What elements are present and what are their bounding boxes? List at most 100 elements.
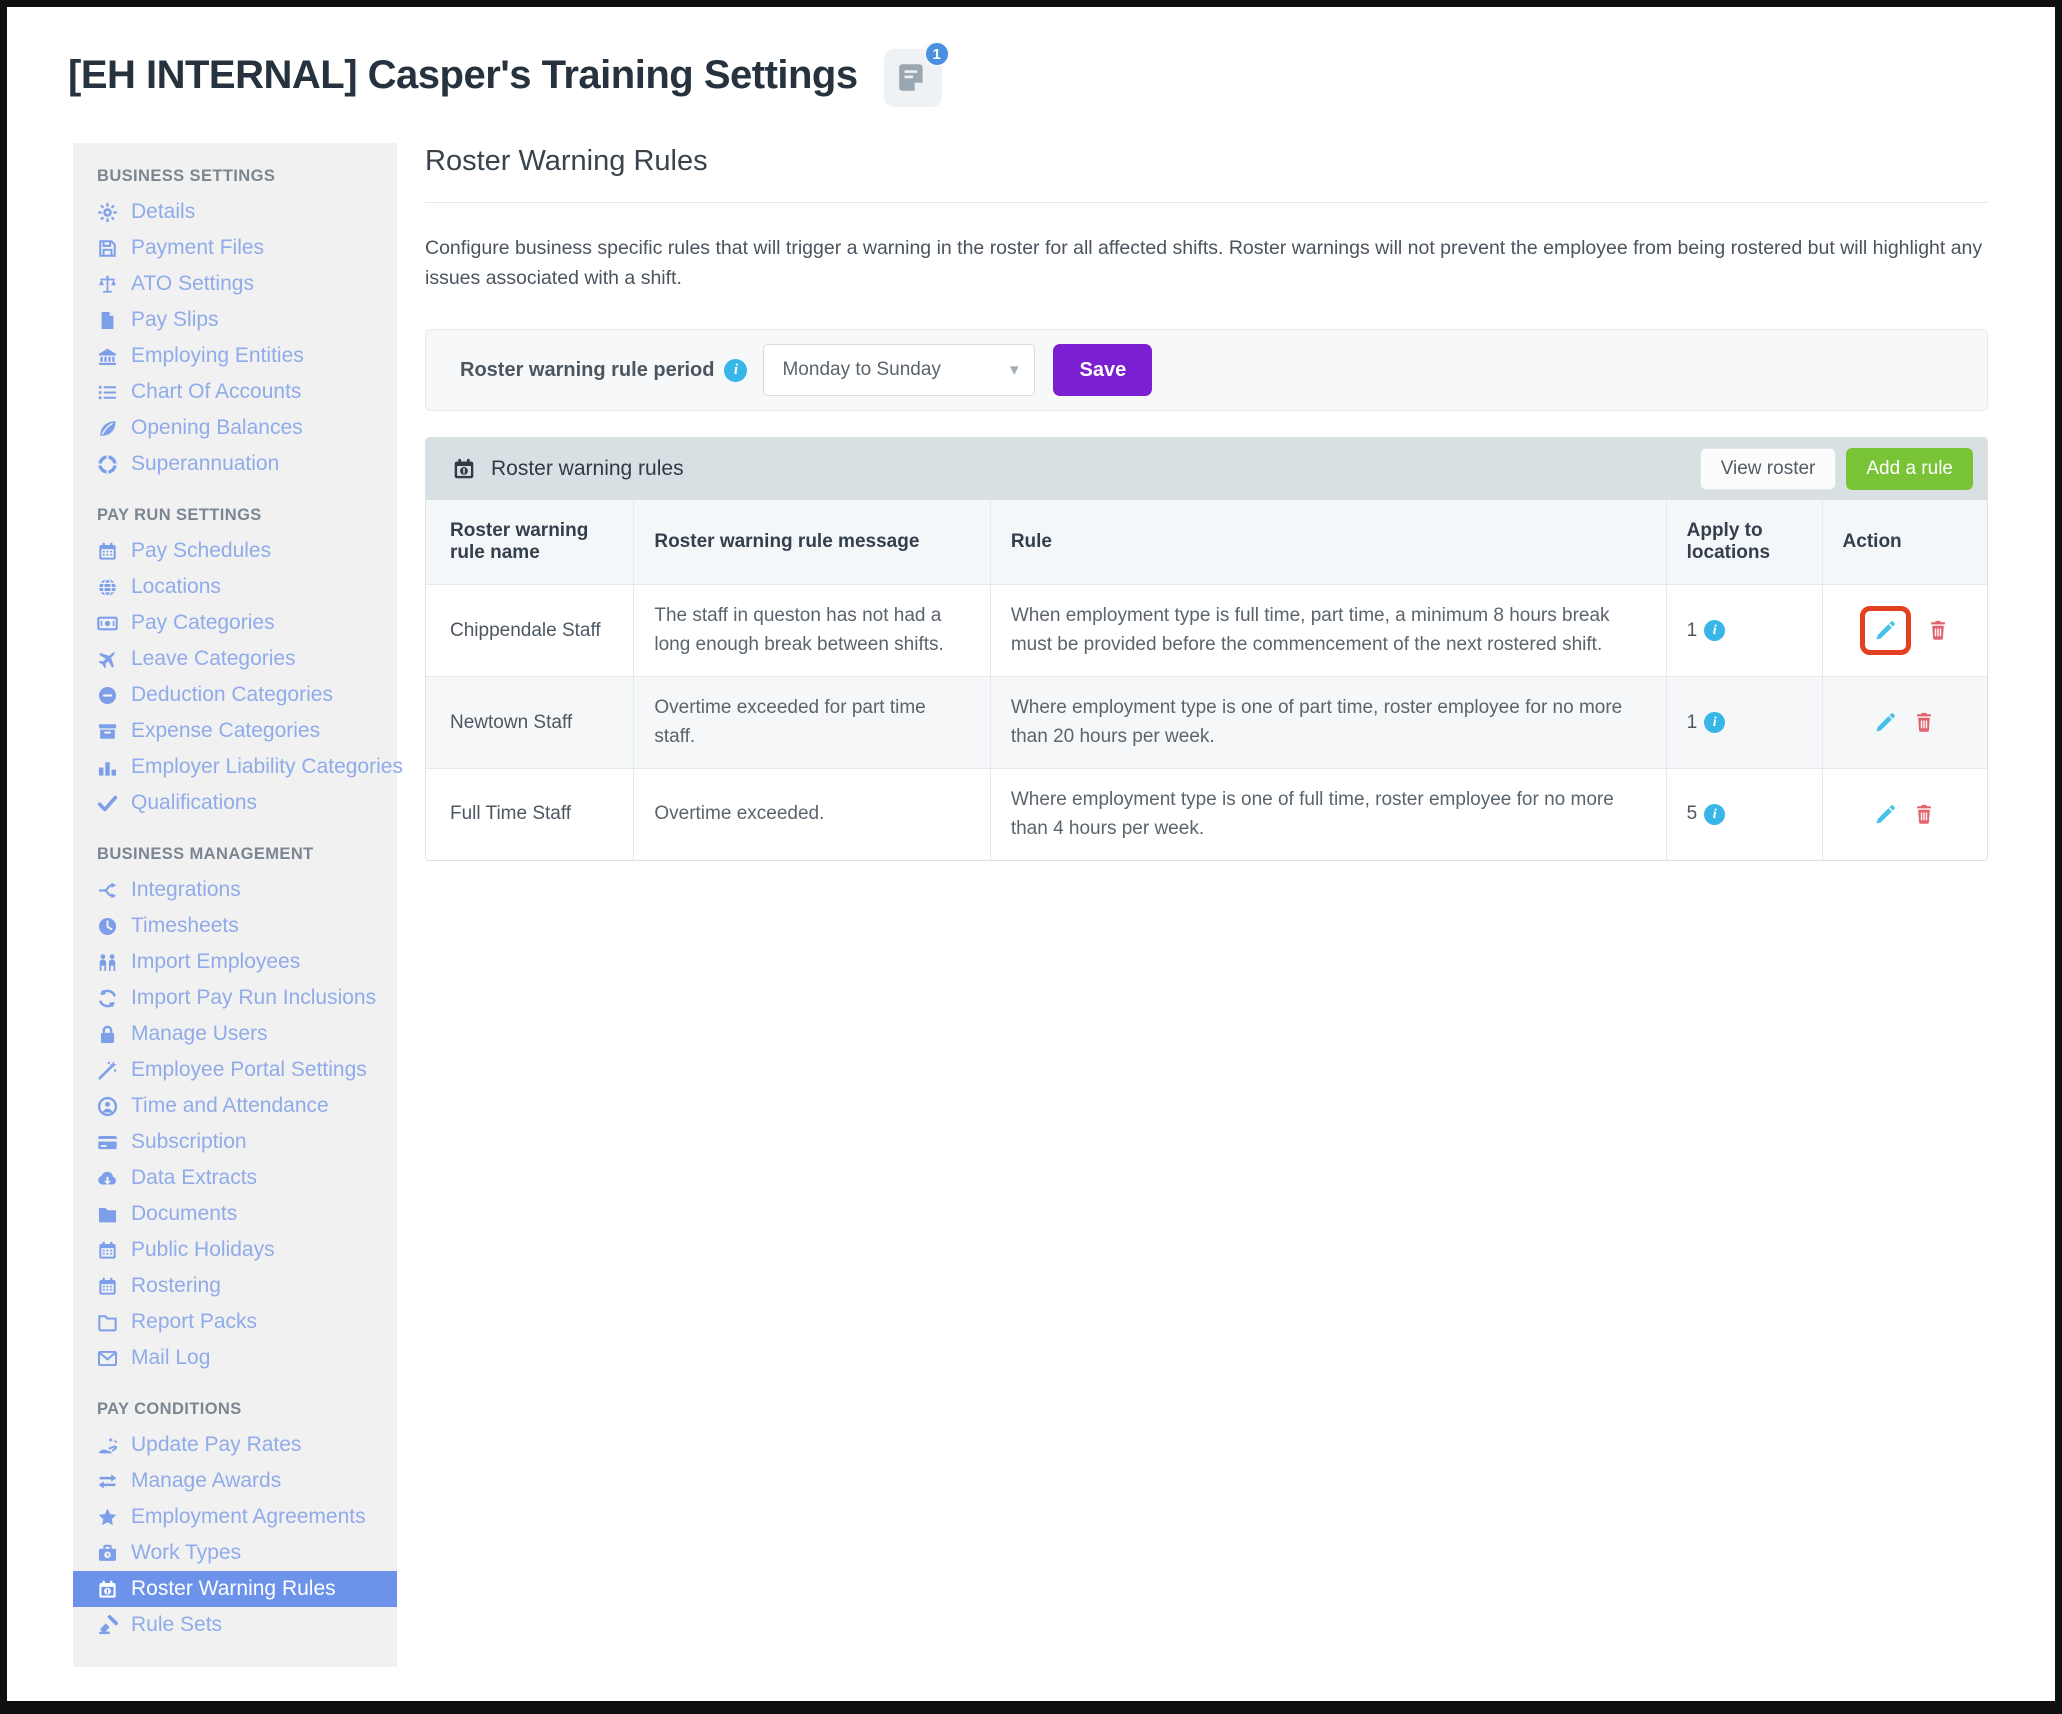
sidebar-item-manage-users[interactable]: Manage Users: [73, 1016, 397, 1052]
locations-count: 1: [1686, 619, 1698, 641]
card-title: Roster warning rules: [491, 457, 684, 481]
sidebar-item-locations[interactable]: Locations: [73, 569, 397, 605]
sidebar-section-label-business-settings: Business Settings: [97, 167, 276, 185]
delete-rule-button[interactable]: [1913, 803, 1935, 825]
edit-rule-button[interactable]: [1874, 803, 1897, 826]
sidebar-item-qualifications[interactable]: Qualifications: [73, 785, 397, 821]
sidebar-item-label: Timesheets: [131, 914, 239, 937]
sidebar-item-employer-liability-categories[interactable]: Employer Liability Categories: [73, 749, 403, 785]
rule-name-cell: Full Time Staff: [426, 767, 635, 860]
sidebar-item-rostering[interactable]: Rostering: [73, 1268, 397, 1304]
sidebar-item-leave-categories[interactable]: Leave Categories: [73, 641, 397, 677]
sidebar-item-pay-slips[interactable]: Pay Slips: [73, 302, 397, 338]
column-header-rule: Rule: [989, 500, 1667, 585]
info-icon[interactable]: i: [724, 358, 748, 382]
sidebar-item-pay-categories[interactable]: Pay Categories: [73, 605, 397, 641]
sidebar-item-label: Employing Entities: [131, 344, 304, 367]
save-button[interactable]: Save: [1053, 344, 1153, 397]
layout: Business Settings Details Payment Files ATO…: [73, 143, 2055, 1667]
sidebar-item-rule-sets[interactable]: Rule Sets: [73, 1607, 397, 1643]
briefcase-icon: [98, 1544, 117, 1561]
rule-period-value: Monday to Sunday: [782, 359, 941, 381]
settings-sidebar: Business Settings Details Payment Files ATO…: [73, 143, 403, 1667]
main-content: Roster Warning Rules Configure business …: [425, 143, 1988, 861]
sidebar-item-employee-portal-settings[interactable]: Employee Portal Settings: [73, 1052, 397, 1088]
sidebar-item-ato-settings[interactable]: ATO Settings: [73, 266, 397, 302]
delete-rule-button[interactable]: [1927, 619, 1949, 641]
add-rule-button[interactable]: Add a rule: [1846, 448, 1973, 491]
sidebar-item-public-holidays[interactable]: Public Holidays: [73, 1232, 397, 1268]
sidebar-item-documents[interactable]: Documents: [73, 1196, 397, 1232]
sidebar-item-employment-agreements[interactable]: Employment Agreements: [73, 1499, 397, 1535]
sidebar-item-roster-warning-rules[interactable]: Roster Warning Rules: [73, 1571, 397, 1607]
sidebar-item-expense-categories[interactable]: Expense Categories: [73, 713, 397, 749]
pencil-icon: [1876, 712, 1896, 732]
sidebar-item-data-extracts[interactable]: Data Extracts: [73, 1160, 397, 1196]
action-cell: [1821, 767, 1987, 860]
sidebar-item-import-pay-run-inclusions[interactable]: Import Pay Run Inclusions: [73, 980, 397, 1016]
info-icon[interactable]: i: [1704, 803, 1726, 825]
info-icon[interactable]: i: [1704, 712, 1726, 734]
sidebar-item-label: Subscription: [131, 1130, 247, 1153]
sidebar-item-label: Leave Categories: [131, 647, 296, 670]
locations-count: 1: [1686, 711, 1698, 733]
sidebar-item-subscription[interactable]: Subscription: [73, 1124, 397, 1160]
info-icon[interactable]: i: [1704, 620, 1726, 642]
sidebar-item-manage-awards[interactable]: Manage Awards: [73, 1463, 397, 1499]
sidebar-item-payment-files[interactable]: Payment Files: [73, 230, 397, 266]
clouddl-icon: [98, 1171, 116, 1185]
calendarwarn-icon: [99, 1580, 116, 1598]
sidebar-item-work-types[interactable]: Work Types: [73, 1535, 397, 1571]
sidebar-item-chart-of-accounts[interactable]: Chart Of Accounts: [73, 374, 397, 410]
sidebar-item-superannuation[interactable]: Superannuation: [73, 446, 397, 482]
rule-cell: Where employment type is one of full tim…: [989, 767, 1667, 860]
delete-rule-button[interactable]: [1913, 711, 1935, 733]
sidebar-item-timesheets[interactable]: Timesheets: [73, 908, 397, 944]
leaf-icon: [100, 420, 116, 436]
gavel-icon: [99, 1614, 118, 1634]
sidebar-item-label: Details: [131, 200, 196, 223]
sidebar-item-label: Time and Attendance: [131, 1094, 329, 1117]
plane-icon: [98, 651, 117, 668]
divider: [425, 202, 1988, 203]
userclock-icon: [97, 1096, 118, 1116]
minuscircle-icon: [98, 686, 117, 704]
sidebar-item-label: Deduction Categories: [131, 683, 333, 706]
sidebar-item-label: Locations: [131, 575, 221, 598]
action-cell: [1821, 675, 1987, 769]
sidebar-item-label: Documents: [131, 1202, 238, 1225]
table-header-row: Roster warning rule name Roster warning r…: [426, 500, 1987, 585]
rule-period-select[interactable]: Monday to Sunday ▾: [763, 344, 1036, 397]
barchart-icon: [98, 761, 117, 776]
sidebar-item-deduction-categories[interactable]: Deduction Categories: [73, 677, 397, 713]
sidebar-item-integrations[interactable]: Integrations: [73, 872, 397, 908]
sidebar-item-label: Mail Log: [131, 1346, 211, 1369]
edit-rule-button[interactable]: [1874, 711, 1897, 734]
highlight-box: [1860, 605, 1912, 655]
edit-rule-button[interactable]: [1874, 619, 1897, 642]
gear-icon: [98, 202, 117, 222]
locations-cell: 1i: [1665, 583, 1823, 677]
sidebar-item-import-employees[interactable]: Import Employees: [73, 944, 397, 980]
notes-button[interactable]: 1: [883, 41, 950, 107]
app-window: [EH INTERNAL] Casper's Training Settings…: [0, 0, 2062, 1714]
sidebar-item-employing-entities[interactable]: Employing Entities: [73, 338, 397, 374]
sidebar-item-report-packs[interactable]: Report Packs: [73, 1304, 397, 1340]
rule-name-cell: Newtown Staff: [426, 675, 635, 769]
sidebar-item-label: Import Pay Run Inclusions: [131, 986, 377, 1009]
people-icon: [99, 953, 116, 971]
sidebar-item-label: Pay Categories: [131, 611, 275, 634]
rule-name-cell: Chippendale Staff: [426, 583, 635, 677]
sidebar-item-time-and-attendance[interactable]: Time and Attendance: [73, 1088, 397, 1124]
sidebar-item-details[interactable]: Details: [73, 194, 397, 230]
sidebar-item-update-pay-rates[interactable]: Update Pay Rates: [73, 1427, 397, 1463]
column-header-roster-warning-rule-message: Roster warning rule message: [633, 500, 991, 585]
sidebar-item-mail-log[interactable]: Mail Log: [73, 1340, 397, 1376]
sidebar-item-label: Employment Agreements: [131, 1505, 366, 1528]
sidebar-item-label: Roster Warning Rules: [131, 1577, 336, 1600]
notes-count-badge: 1: [923, 41, 950, 67]
calendar-icon: [99, 1277, 116, 1295]
sidebar-item-opening-balances[interactable]: Opening Balances: [73, 410, 397, 446]
view-roster-button[interactable]: View roster: [1699, 448, 1837, 491]
sidebar-item-pay-schedules[interactable]: Pay Schedules: [73, 533, 397, 569]
